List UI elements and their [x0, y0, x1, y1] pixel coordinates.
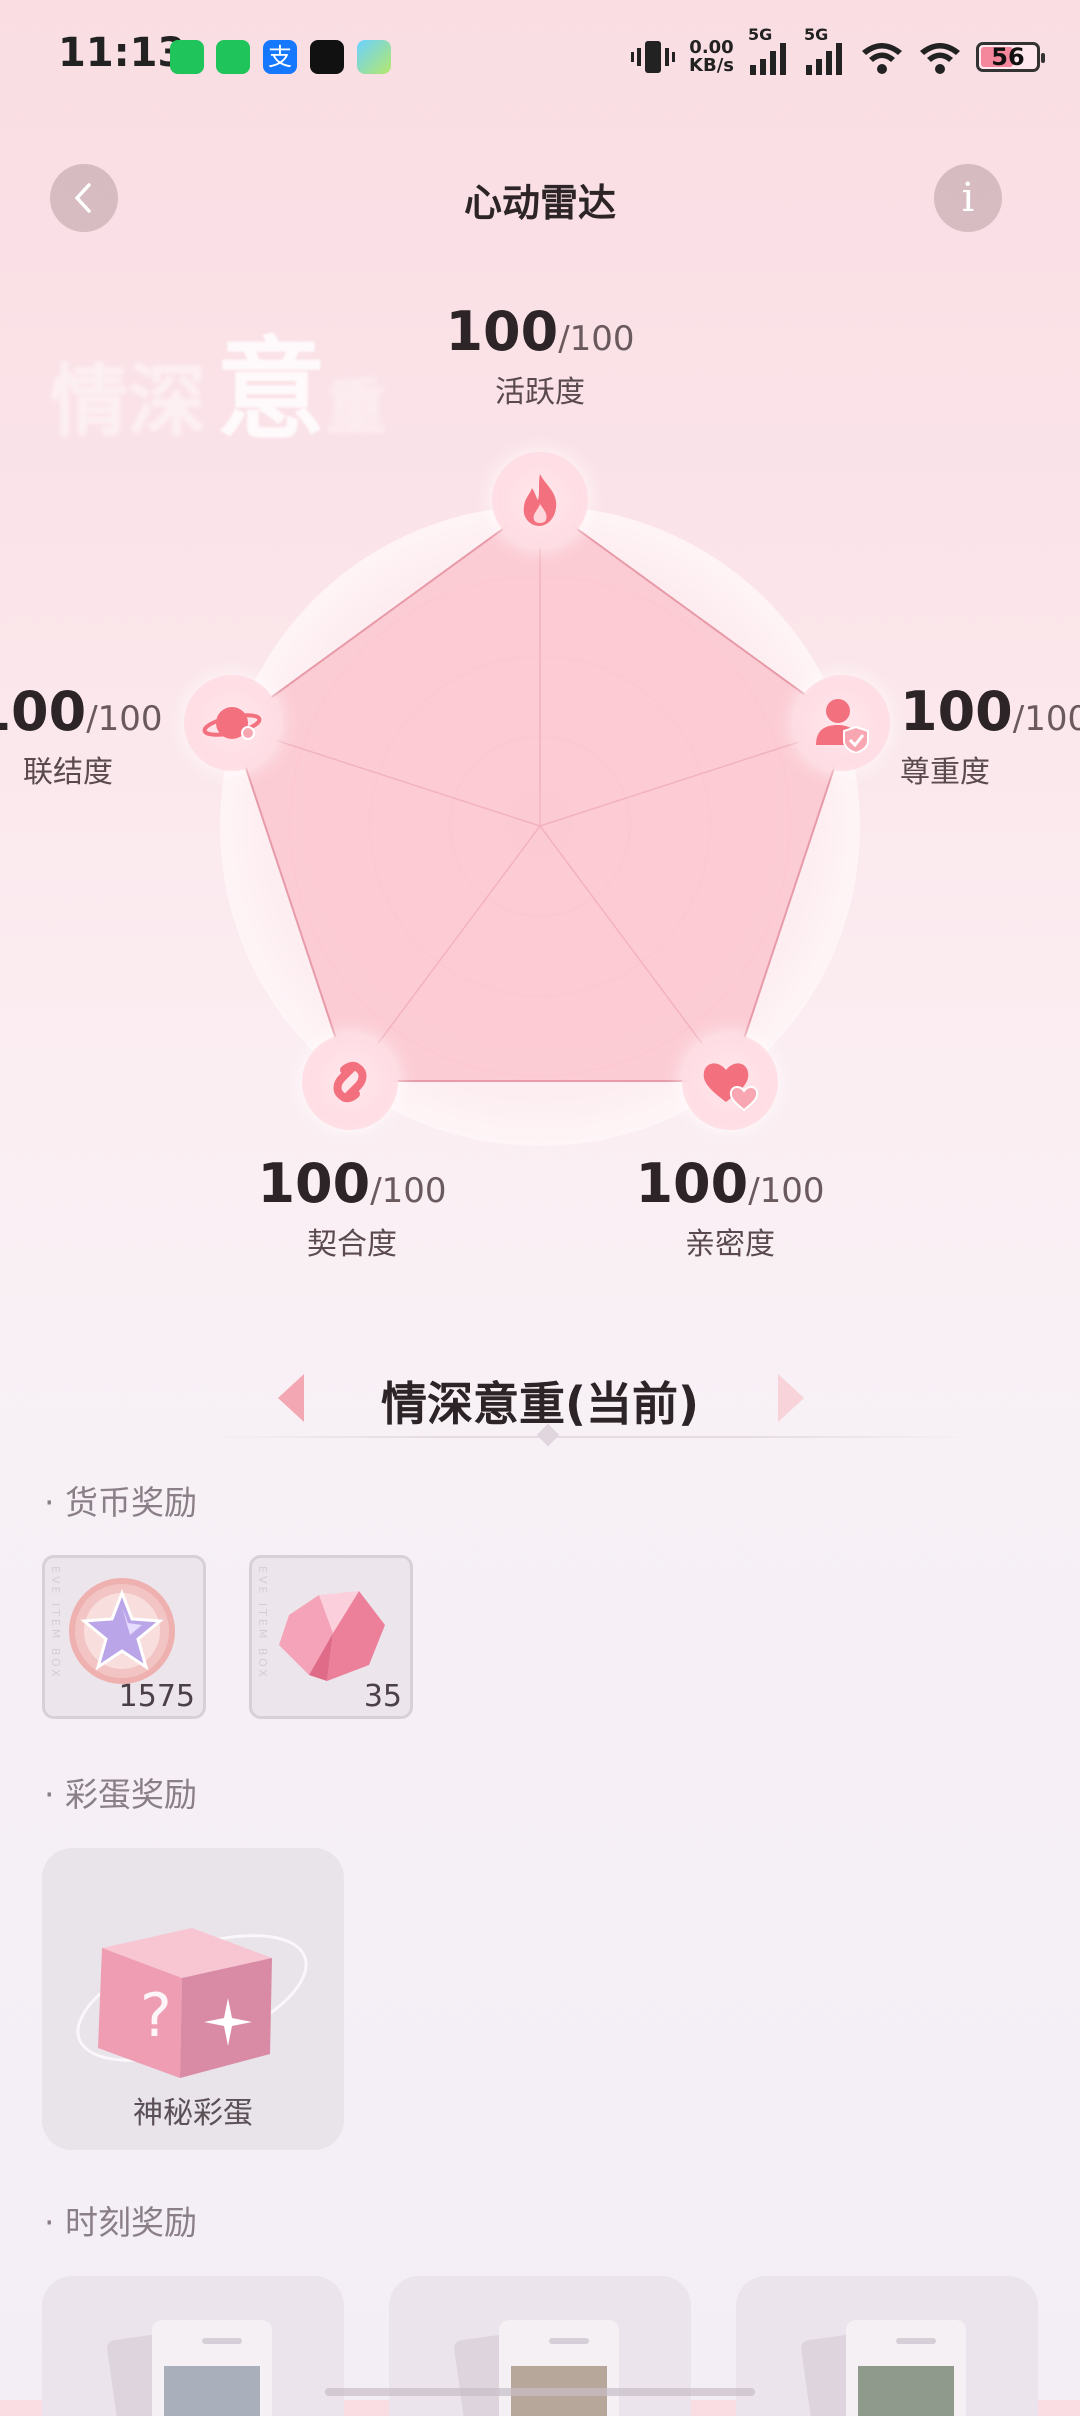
- wifi-icon: [920, 43, 960, 74]
- mystery-egg-card[interactable]: ? 神秘彩蛋: [42, 1848, 344, 2150]
- signal-icon: [750, 43, 786, 75]
- info-button[interactable]: i: [934, 164, 1002, 232]
- currency-section-title: · 货币奖励: [44, 1483, 197, 1522]
- telegram-icon: [357, 40, 391, 74]
- connection-node: [184, 675, 280, 771]
- stat-intimacy: 100/100 亲密度: [635, 1152, 825, 1262]
- planet-icon: [202, 707, 262, 740]
- reward-count: 35: [363, 1679, 402, 1714]
- flame-icon: [523, 474, 557, 526]
- signal-sim1: 5G: [748, 25, 790, 79]
- photo-card-icon: [801, 2320, 966, 2416]
- stat-connection: 100/100 联结度: [0, 680, 163, 790]
- fit-node: [302, 1034, 398, 1130]
- status-time: 11:13: [58, 30, 186, 76]
- moment-reward-card[interactable]: [736, 2276, 1038, 2416]
- next-level-button[interactable]: [772, 1370, 812, 1426]
- user-shield-icon: [816, 699, 869, 753]
- info-icon: i: [961, 175, 975, 221]
- alipay-icon: 支: [263, 40, 297, 74]
- signal-sim2: 5G: [804, 25, 846, 79]
- link-icon: [333, 1061, 367, 1103]
- moment-section-title: · 时刻奖励: [44, 2203, 197, 2242]
- activity-node: [492, 452, 588, 548]
- reward-crystal[interactable]: EVE ITEM BOX 35: [249, 1555, 413, 1719]
- home-indicator[interactable]: [325, 2388, 755, 2396]
- reward-count: 1575: [118, 1679, 195, 1714]
- stat-fit: 100/100 契合度: [257, 1152, 447, 1262]
- level-switcher: 情深意重(当前): [0, 1362, 1080, 1432]
- stat-activity: 100/100 活跃度: [445, 300, 635, 410]
- stat-respect: 100/100 尊重度: [900, 680, 1080, 790]
- wechat-icon: [216, 40, 250, 74]
- vibrate-icon: [631, 41, 676, 73]
- wifi-icon: [862, 43, 902, 74]
- net-speed: 0.00 KB/s: [689, 37, 734, 76]
- status-bar: 11:13 支 0.00 KB/s 5G 5G 56: [0, 0, 1080, 110]
- respect-node: [794, 675, 890, 771]
- tiktok-icon: [310, 40, 344, 74]
- reward-star-coin[interactable]: EVE ITEM BOX 1575: [42, 1555, 206, 1719]
- battery-icon: 56: [976, 42, 1045, 72]
- wechat-icon: [170, 40, 204, 74]
- svg-text:?: ?: [140, 1981, 172, 2051]
- page-title: 心动雷达: [463, 181, 616, 225]
- intimacy-node: [682, 1034, 778, 1130]
- mystery-egg-label: 神秘彩蛋: [133, 2096, 253, 2131]
- moment-reward-card[interactable]: [42, 2276, 344, 2416]
- easter-egg-section-title: · 彩蛋奖励: [44, 1775, 197, 1814]
- level-title: 情深意重(当前): [380, 1377, 700, 1431]
- signal-icon: [806, 43, 842, 75]
- mystery-cube-icon: ?: [76, 1928, 308, 2078]
- photo-card-icon: [107, 2320, 272, 2416]
- level-divider: [200, 1436, 980, 1438]
- hearts-icon: [703, 1063, 759, 1112]
